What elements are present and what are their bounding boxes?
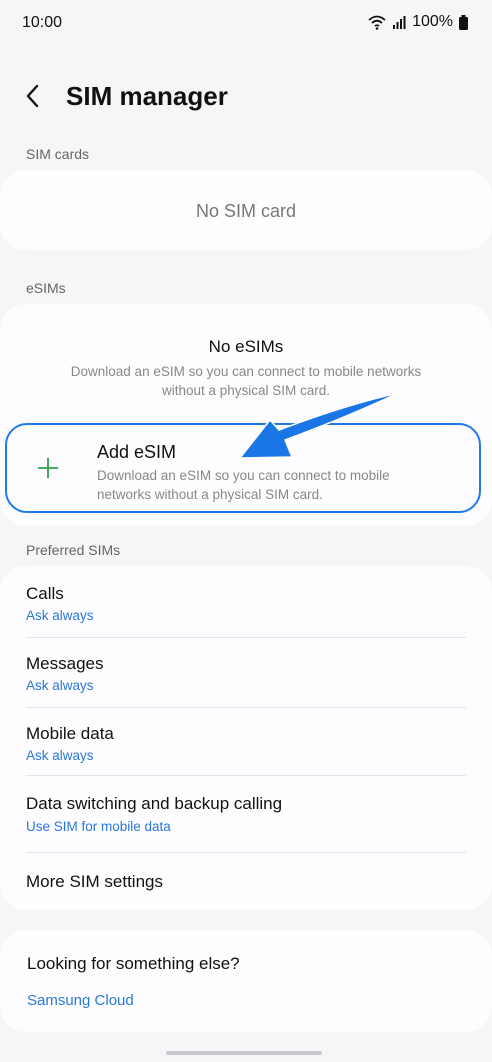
status-bar: 10:00 100%	[0, 0, 492, 46]
pref-item-title: Messages	[26, 654, 104, 673]
pref-item-subtitle: Ask always	[26, 608, 94, 623]
pref-item-subtitle: Ask always	[26, 678, 94, 693]
no-esims-title: No eSIMs	[208, 337, 284, 356]
wifi-icon	[368, 15, 386, 30]
sim-cards-label: SIM cards	[26, 146, 90, 162]
status-icons: 100%	[368, 13, 468, 31]
esims-label: eSIMs	[26, 280, 66, 296]
signal-icon	[393, 16, 406, 29]
help-card: Looking for something else? Samsung Clou…	[0, 930, 492, 1032]
pref-item-messages[interactable]: Messages Ask always	[0, 638, 492, 708]
add-esim-description: Download an eSIM so you can connect to m…	[97, 468, 390, 502]
help-title: Looking for something else?	[27, 954, 240, 973]
app-header: SIM manager	[0, 72, 492, 122]
back-arrow-icon[interactable]	[18, 80, 50, 112]
pref-item-more-sim-settings[interactable]: More SIM settings	[0, 853, 492, 910]
samsung-cloud-link[interactable]: Samsung Cloud	[27, 992, 134, 1009]
pref-item-title: Data switching and backup calling	[26, 794, 283, 813]
battery-level: 100%	[412, 13, 453, 30]
pref-item-title: Mobile data	[26, 724, 114, 743]
pref-item-subtitle: Use SIM for mobile data	[26, 819, 171, 834]
no-esims-description: Download an eSIM so you can connect to m…	[70, 364, 422, 398]
status-time: 10:00	[22, 14, 63, 31]
no-sim-text: No SIM card	[195, 201, 297, 221]
add-esim-title: Add eSIM	[97, 442, 177, 462]
pref-item-calls[interactable]: Calls Ask always	[0, 566, 492, 638]
pref-item-subtitle: Ask always	[26, 748, 94, 763]
add-esim-button[interactable]: Add eSIM Download an eSIM so you can con…	[5, 423, 481, 513]
battery-icon	[459, 14, 468, 30]
gesture-nav-handle[interactable]	[166, 1051, 322, 1055]
esims-card: No eSIMs Download an eSIM so you can con…	[0, 304, 492, 526]
pref-item-title: Calls	[26, 584, 64, 603]
sim-cards-card: No SIM card	[0, 170, 492, 250]
plus-icon	[38, 458, 58, 478]
preferred-sims-card: Calls Ask always Messages Ask always Mob…	[0, 566, 492, 910]
pref-item-mobile-data[interactable]: Mobile data Ask always	[0, 708, 492, 776]
preferred-sims-label: Preferred SIMs	[26, 542, 121, 558]
page-title: SIM manager	[66, 81, 228, 111]
pref-item-data-switching[interactable]: Data switching and backup calling Use SI…	[0, 776, 492, 852]
pref-item-title: More SIM settings	[26, 872, 163, 891]
